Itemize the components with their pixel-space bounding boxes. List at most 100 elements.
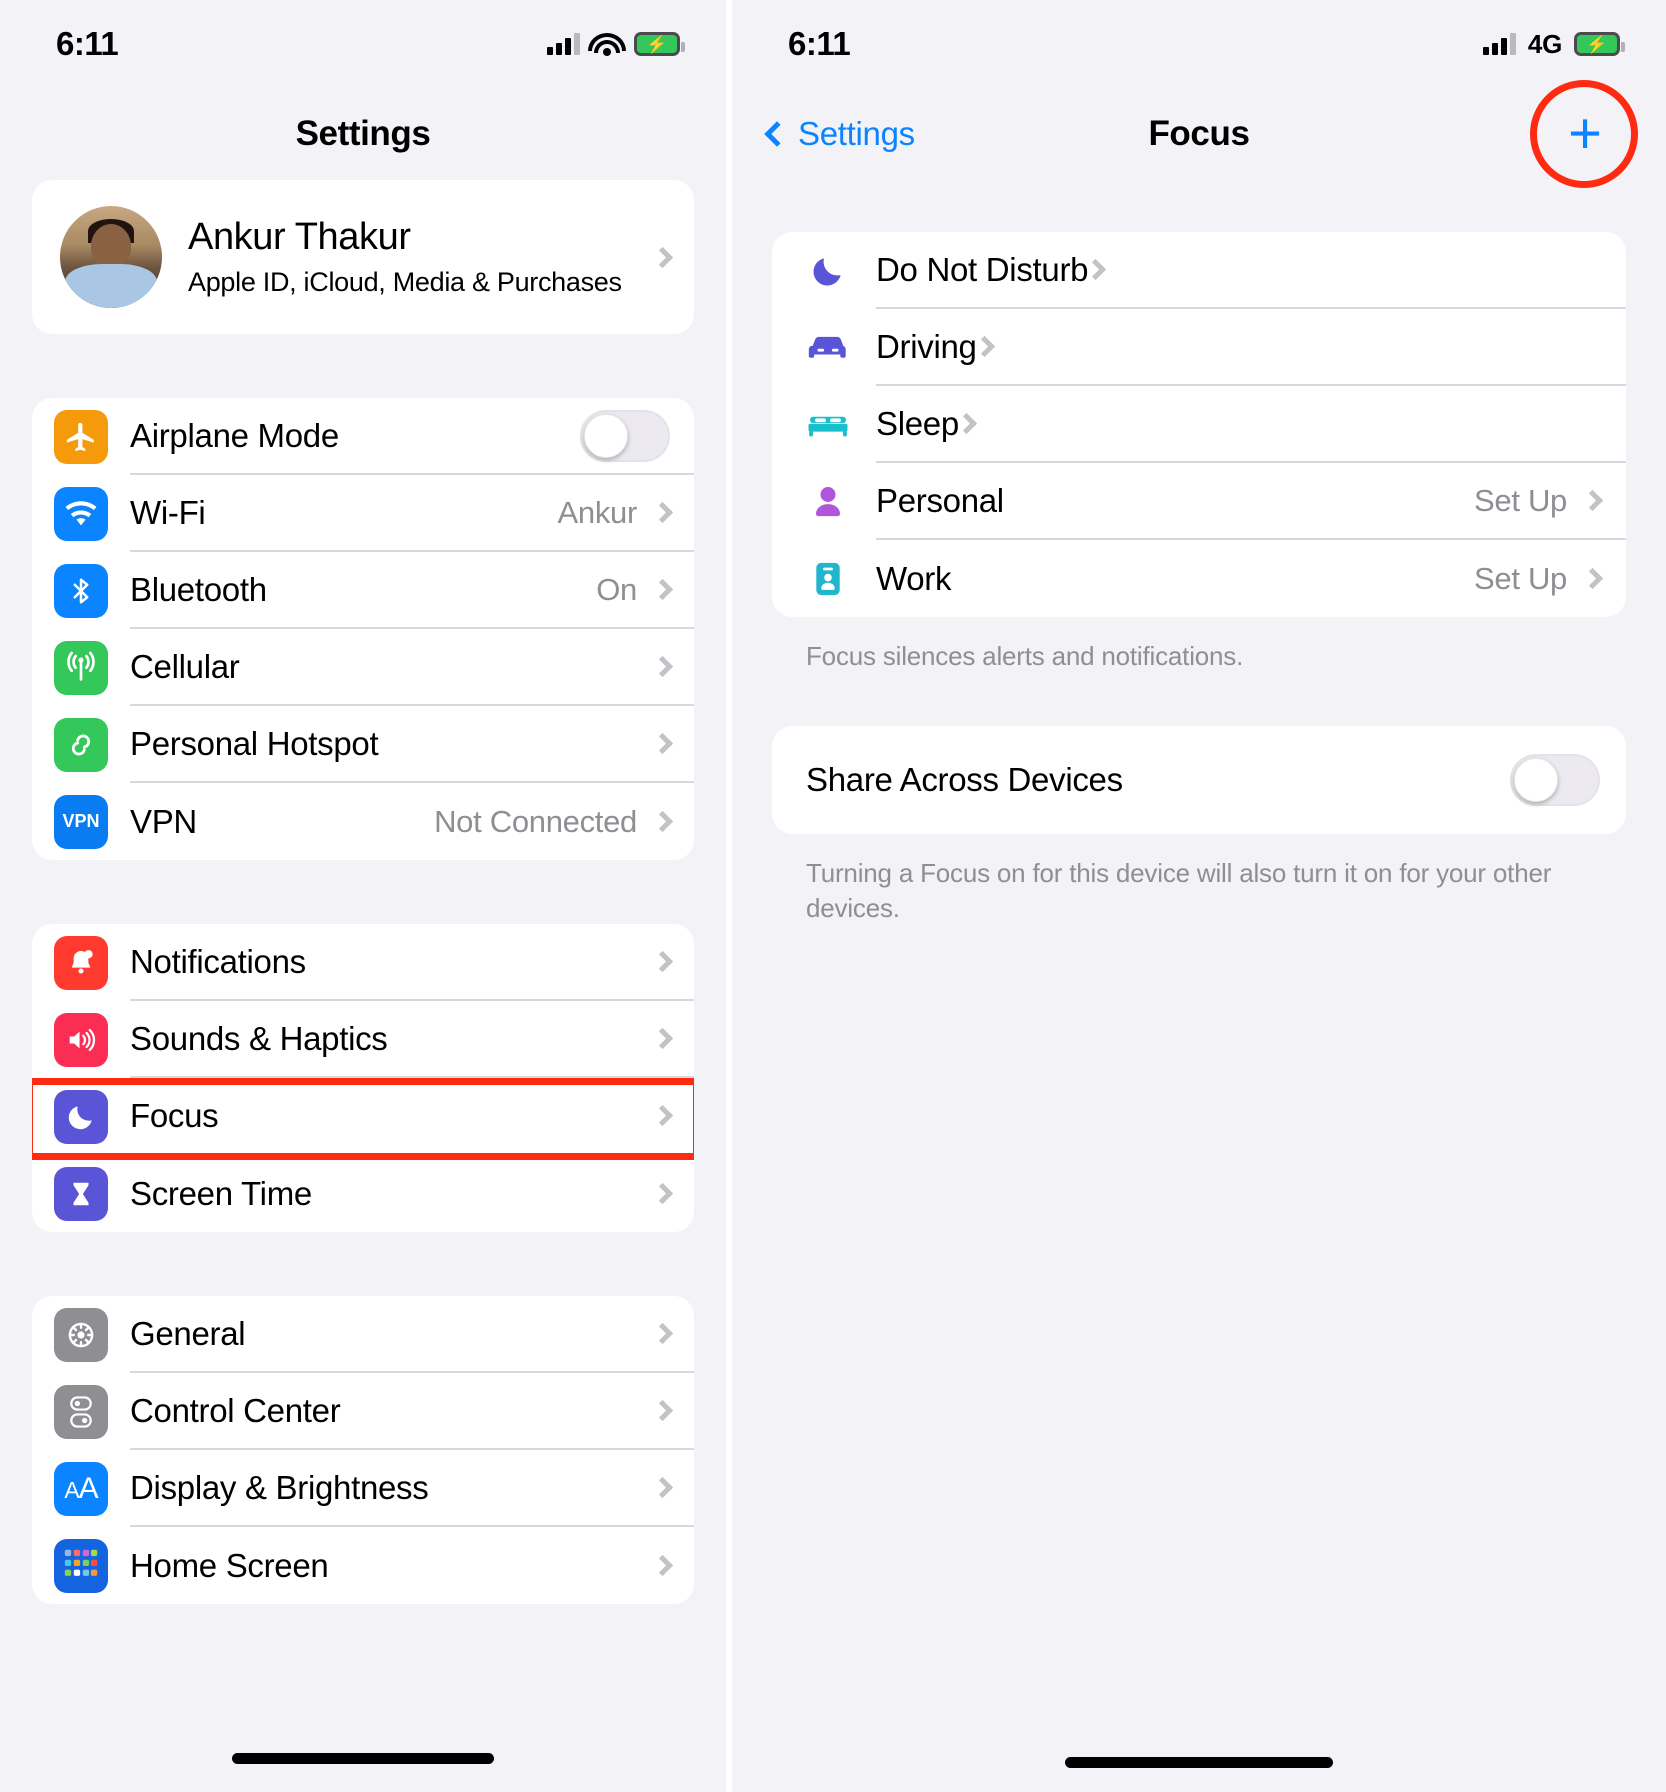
settings-row-cellular[interactable]: Cellular xyxy=(32,629,694,706)
settings-row-label: Focus xyxy=(130,1096,219,1134)
focus-row-work[interactable]: Work Set Up xyxy=(772,540,1626,617)
settings-row-value: Not Connected xyxy=(434,803,637,839)
right-phone-screen: 6:11 4G ⚡ Settings Focus + Do Not Distur… xyxy=(732,0,1666,1792)
settings-group-alerts: Notifications Sounds & Haptics Focus Scr… xyxy=(32,924,694,1232)
person-icon xyxy=(806,484,850,520)
profile-name: Ankur Thakur xyxy=(188,216,411,258)
share-footnote: Turning a Focus on for this device will … xyxy=(806,858,1552,924)
status-indicators: 4G ⚡ xyxy=(1482,28,1625,60)
page-title: Settings xyxy=(295,114,431,153)
settings-row-label: Screen Time xyxy=(130,1174,312,1212)
focus-row-do-not-disturb[interactable]: Do Not Disturb xyxy=(772,232,1626,309)
status-time: 6:11 xyxy=(56,25,119,62)
focus-footnote: Focus silences alerts and notifications. xyxy=(806,641,1244,671)
status-time: 6:11 xyxy=(788,25,851,62)
settings-row-label: Notifications xyxy=(130,942,306,980)
home-indicator-right xyxy=(1065,1757,1333,1768)
settings-row-notifications[interactable]: Notifications xyxy=(32,924,694,1001)
battery-charging-icon: ⚡ xyxy=(1574,32,1625,56)
chevron-right-icon xyxy=(651,1104,674,1127)
focus-modes-group: Do Not Disturb Driving Sleep Personal Se… xyxy=(772,232,1626,617)
share-across-devices-label: Share Across Devices xyxy=(806,761,1123,799)
settings-row-wifi[interactable]: Wi-Fi Ankur xyxy=(32,475,694,552)
settings-row-label: Bluetooth xyxy=(130,570,267,608)
chevron-right-icon xyxy=(651,810,674,833)
share-across-devices-row[interactable]: Share Across Devices xyxy=(772,726,1626,834)
settings-row-label: Personal Hotspot xyxy=(130,724,379,762)
settings-row-label: Cellular xyxy=(130,647,240,685)
nav-bar-right: Settings Focus + xyxy=(732,80,1666,188)
back-button[interactable]: Settings xyxy=(764,115,915,153)
bed-icon xyxy=(806,408,850,442)
settings-row-sounds-haptics[interactable]: Sounds & Haptics xyxy=(32,1001,694,1078)
chevron-right-icon xyxy=(651,1027,674,1050)
settings-row-value: On xyxy=(596,571,637,607)
focus-row-label: Work xyxy=(876,559,952,597)
airplane-mode-toggle[interactable] xyxy=(580,409,670,462)
cellular-signal-icon xyxy=(547,33,580,55)
status-bar-left: 6:11 ⚡ xyxy=(0,0,726,88)
home-screen-icon xyxy=(54,1538,108,1593)
chevron-right-icon xyxy=(651,950,674,973)
chevron-right-icon xyxy=(651,501,674,524)
badge-id-icon xyxy=(806,560,850,598)
profile-card[interactable]: Ankur Thakur Apple ID, iCloud, Media & P… xyxy=(32,180,694,334)
focus-row-sleep[interactable]: Sleep xyxy=(772,386,1626,463)
home-indicator-left xyxy=(232,1753,494,1764)
chevron-right-icon xyxy=(651,578,674,601)
settings-row-vpn[interactable]: VPN VPN Not Connected xyxy=(32,783,694,860)
status-indicators: ⚡ xyxy=(547,32,685,56)
gear-icon xyxy=(54,1307,108,1362)
moon-icon xyxy=(806,252,850,290)
settings-row-general[interactable]: General xyxy=(32,1296,694,1373)
chevron-right-icon xyxy=(955,412,978,435)
bluetooth-icon xyxy=(54,563,108,618)
page-title: Focus xyxy=(1148,114,1250,153)
network-type-label: 4G xyxy=(1527,28,1562,59)
focus-row-label: Do Not Disturb xyxy=(876,250,1089,288)
wifi-icon xyxy=(54,486,108,541)
settings-row-personal-hotspot[interactable]: Personal Hotspot xyxy=(32,706,694,783)
chevron-right-icon xyxy=(1085,258,1107,281)
share-across-devices-group: Share Across Devices xyxy=(772,726,1626,835)
focus-row-label: Personal xyxy=(876,481,1004,519)
hotspot-icon xyxy=(54,717,108,772)
hourglass-icon xyxy=(54,1166,108,1221)
chevron-right-icon xyxy=(973,335,995,358)
vpn-icon: VPN xyxy=(54,794,108,849)
settings-row-value: Ankur xyxy=(557,494,638,530)
share-across-devices-toggle[interactable] xyxy=(1510,754,1600,807)
chevron-right-icon xyxy=(1581,489,1604,512)
focus-row-personal[interactable]: Personal Set Up xyxy=(772,463,1626,540)
battery-charging-icon: ⚡ xyxy=(634,32,685,56)
display-brightness-icon: AA xyxy=(54,1461,108,1516)
notifications-bell-icon xyxy=(54,935,108,990)
settings-row-screen-time[interactable]: Screen Time xyxy=(32,1155,694,1232)
profile-subtitle: Apple ID, iCloud, Media & Purchases xyxy=(188,267,622,297)
moon-icon xyxy=(54,1089,108,1144)
settings-row-airplane-mode[interactable]: Airplane Mode xyxy=(32,398,694,475)
chevron-right-icon xyxy=(651,655,674,678)
add-focus-button[interactable]: + xyxy=(1556,105,1614,163)
wifi-status-icon xyxy=(592,33,622,56)
settings-row-display-brightness[interactable]: AA Display & Brightness xyxy=(32,1450,694,1527)
settings-row-home-screen[interactable]: Home Screen xyxy=(32,1527,694,1604)
cellular-icon xyxy=(54,640,108,695)
settings-group-connectivity: Airplane Mode Wi-Fi Ankur Bluetooth On C… xyxy=(32,398,694,860)
settings-row-label: Sounds & Haptics xyxy=(130,1019,388,1057)
settings-row-label: Airplane Mode xyxy=(130,416,339,454)
focus-row-driving[interactable]: Driving xyxy=(772,309,1626,386)
chevron-right-icon xyxy=(651,1182,674,1205)
settings-row-label: VPN xyxy=(130,802,197,840)
focus-row-value: Set Up xyxy=(1474,560,1567,596)
chevron-right-icon xyxy=(651,246,674,268)
apple-id-row[interactable]: Ankur Thakur Apple ID, iCloud, Media & P… xyxy=(32,180,694,334)
back-button-label: Settings xyxy=(798,115,915,152)
focus-row-label: Driving xyxy=(876,327,977,365)
settings-row-focus[interactable]: Focus xyxy=(32,1078,694,1155)
chevron-right-icon xyxy=(651,1399,674,1422)
chevron-right-icon xyxy=(1581,567,1604,590)
control-center-icon xyxy=(54,1384,108,1439)
settings-row-control-center[interactable]: Control Center xyxy=(32,1373,694,1450)
settings-row-bluetooth[interactable]: Bluetooth On xyxy=(32,552,694,629)
